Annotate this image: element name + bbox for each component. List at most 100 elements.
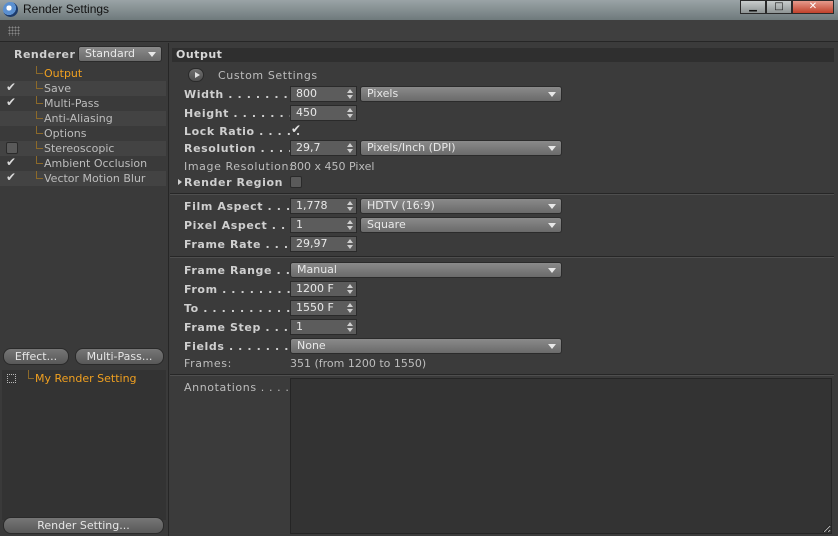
app-logo-icon bbox=[3, 2, 18, 17]
tree-item-stereoscopic[interactable]: Stereoscopic bbox=[0, 141, 166, 156]
node-dotted-icon bbox=[7, 374, 16, 383]
frame-range-label: Frame Range . . bbox=[184, 264, 291, 277]
tree-checkbox bbox=[6, 127, 18, 139]
spinner-arrows-icon[interactable] bbox=[347, 107, 353, 119]
tree-item-label: Stereoscopic bbox=[44, 142, 115, 155]
tree-item-save[interactable]: Save bbox=[0, 80, 166, 96]
resolution-unit-value: Pixels/Inch (DPI) bbox=[367, 141, 456, 154]
resolution-unit-dropdown[interactable]: Pixels/Inch (DPI) bbox=[360, 140, 562, 156]
spinner-arrows-icon[interactable] bbox=[347, 88, 353, 100]
render-region-checkbox[interactable] bbox=[290, 176, 302, 188]
left-panel: Renderer Standard Output Save Multi-Pass… bbox=[0, 43, 169, 536]
image-resolution-label: Image Resolution: bbox=[184, 160, 294, 173]
frame-step-label: Frame Step . . . . bbox=[184, 321, 298, 334]
grip-dots-icon[interactable] bbox=[8, 26, 20, 36]
tree-item-output[interactable]: Output bbox=[0, 66, 166, 81]
tree-item-label: Output bbox=[44, 67, 83, 80]
width-input[interactable]: 800 bbox=[290, 86, 357, 102]
tree-item-options[interactable]: Options bbox=[0, 126, 166, 141]
expand-triangle-icon[interactable] bbox=[178, 179, 182, 185]
frame-rate-input[interactable]: 29,97 bbox=[290, 236, 357, 252]
list-item-render-setting[interactable]: My Render Setting bbox=[2, 370, 166, 387]
fields-row: Fields . . . . . . . . . . None bbox=[184, 338, 824, 355]
custom-settings-label: Custom Settings bbox=[218, 69, 318, 82]
to-input[interactable]: 1550 F bbox=[290, 300, 357, 316]
window-title: Render Settings bbox=[23, 2, 110, 16]
title-bar: Render Settings ▁ □ ✕ bbox=[0, 0, 838, 20]
spinner-arrows-icon[interactable] bbox=[347, 200, 353, 212]
checkmark-icon[interactable] bbox=[290, 122, 304, 137]
image-resolution-row: Image Resolution: 800 x 450 Pixel bbox=[184, 158, 824, 175]
resolution-input[interactable]: 29,7 bbox=[290, 140, 357, 156]
renderer-label: Renderer bbox=[14, 48, 76, 61]
frame-range-dropdown[interactable]: Manual bbox=[290, 262, 562, 278]
checkmark-icon[interactable] bbox=[6, 95, 18, 110]
multi-pass-button[interactable]: Multi-Pass... bbox=[75, 348, 164, 365]
tree-checkbox bbox=[6, 67, 18, 79]
frame-step-value: 1 bbox=[296, 320, 303, 333]
tree-item-anti-aliasing[interactable]: Anti-Aliasing bbox=[0, 111, 166, 126]
film-aspect-input[interactable]: 1,778 bbox=[290, 198, 357, 214]
spinner-arrows-icon[interactable] bbox=[347, 321, 353, 333]
width-row: Width . . . . . . . . . . 800 Pixels bbox=[184, 86, 824, 103]
renderer-row: Renderer Standard bbox=[0, 43, 169, 64]
checkmark-icon[interactable] bbox=[6, 155, 18, 170]
tree-branch-line bbox=[36, 96, 43, 104]
fields-value: None bbox=[297, 339, 326, 352]
frame-rate-value: 29,97 bbox=[296, 237, 328, 250]
chevron-down-icon bbox=[548, 92, 556, 97]
pixel-aspect-value: 1 bbox=[296, 218, 303, 231]
spinner-arrows-icon[interactable] bbox=[347, 238, 353, 250]
spinner-arrows-icon[interactable] bbox=[347, 302, 353, 314]
tree-item-label: Anti-Aliasing bbox=[44, 112, 113, 125]
frame-range-row: Frame Range . . Manual bbox=[184, 262, 824, 279]
frames-value: 351 (from 1200 to 1550) bbox=[290, 357, 427, 370]
tree-item-label: Vector Motion Blur bbox=[44, 172, 146, 185]
checkmark-icon[interactable] bbox=[6, 170, 18, 185]
renderer-dropdown[interactable]: Standard bbox=[78, 46, 162, 62]
tree-item-multi-pass[interactable]: Multi-Pass bbox=[0, 95, 166, 111]
pixel-aspect-input[interactable]: 1 bbox=[290, 217, 357, 233]
annotations-textarea[interactable] bbox=[290, 378, 832, 534]
frames-row: Frames: 351 (from 1200 to 1550) bbox=[184, 355, 824, 372]
tree-item-ambient-occlusion[interactable]: Ambient Occlusion bbox=[0, 155, 166, 171]
height-input[interactable]: 450 bbox=[290, 105, 357, 121]
checkbox-empty[interactable] bbox=[6, 142, 18, 154]
renderer-dropdown-value: Standard bbox=[85, 47, 136, 60]
spinner-arrows-icon[interactable] bbox=[347, 142, 353, 154]
tree-item-label: Save bbox=[44, 82, 72, 95]
frame-range-value: Manual bbox=[297, 263, 337, 276]
film-aspect-dropdown[interactable]: HDTV (16:9) bbox=[360, 198, 562, 214]
film-aspect-row: Film Aspect . . . . 1,778 HDTV (16:9) bbox=[184, 198, 824, 215]
tree-checkbox bbox=[6, 112, 18, 124]
effect-button[interactable]: Effect... bbox=[3, 348, 69, 365]
close-button[interactable]: ✕ bbox=[792, 0, 834, 14]
pixel-aspect-dropdown[interactable]: Square bbox=[360, 217, 562, 233]
checkmark-icon[interactable] bbox=[6, 80, 18, 95]
tree-item-vector-motion-blur[interactable]: Vector Motion Blur bbox=[0, 170, 166, 186]
pixel-aspect-row: Pixel Aspect . . . 1 Square bbox=[184, 217, 824, 234]
play-preset-icon[interactable] bbox=[188, 68, 204, 82]
spinner-arrows-icon[interactable] bbox=[347, 219, 353, 231]
tree-branch-line bbox=[36, 126, 43, 134]
height-row: Height . . . . . . . . . . 450 bbox=[184, 105, 824, 122]
spinner-arrows-icon[interactable] bbox=[347, 283, 353, 295]
from-input[interactable]: 1200 F bbox=[290, 281, 357, 297]
frame-step-input[interactable]: 1 bbox=[290, 319, 357, 335]
lock-ratio-row: Lock Ratio . . . . . bbox=[184, 122, 824, 140]
frame-step-row: Frame Step . . . . 1 bbox=[184, 319, 824, 336]
annotations-label: Annotations . . . . . bbox=[184, 381, 298, 394]
to-row: To . . . . . . . . . . . . . 1550 F bbox=[184, 300, 824, 317]
minimize-button[interactable]: ▁ bbox=[740, 0, 766, 14]
fields-dropdown[interactable]: None bbox=[290, 338, 562, 354]
section-divider bbox=[170, 256, 834, 258]
lock-ratio-label: Lock Ratio . . . . . bbox=[184, 125, 301, 138]
tree-branch-line bbox=[36, 66, 43, 74]
width-unit-dropdown[interactable]: Pixels bbox=[360, 86, 562, 102]
maximize-button[interactable]: □ bbox=[766, 0, 792, 14]
pixel-aspect-preset: Square bbox=[367, 218, 406, 231]
render-setting-button[interactable]: Render Setting... bbox=[3, 517, 164, 534]
tree-branch-line bbox=[36, 156, 43, 164]
frame-rate-label: Frame Rate . . . . bbox=[184, 238, 298, 251]
resolution-value: 29,7 bbox=[296, 141, 321, 154]
